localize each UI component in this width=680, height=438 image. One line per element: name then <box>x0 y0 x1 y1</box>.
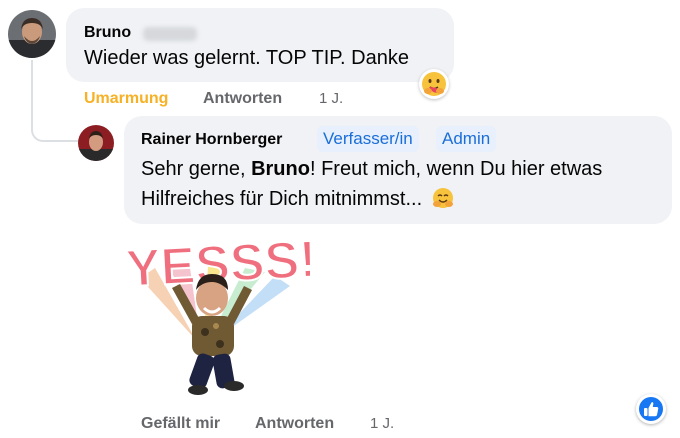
reply-text-end: ! Freut mich, wenn Du hier etwas <box>309 158 603 180</box>
author-badge: Verfasser/in <box>317 126 419 152</box>
comment-reaction-badge[interactable] <box>419 69 449 99</box>
hug-emoji-icon <box>432 188 453 208</box>
thumbs-up-icon <box>639 397 663 421</box>
reply-author-name[interactable]: Rainer Hornberger <box>141 131 282 149</box>
reply-reply-button[interactable]: Antworten <box>255 415 334 433</box>
reply-like-reaction-badge[interactable] <box>636 394 666 424</box>
yesss-sticker[interactable]: YESSS! <box>120 228 319 404</box>
reply-text-line1: Sehr gerne, Bruno! Freut mich, wenn Du h… <box>141 154 602 184</box>
reply-timestamp[interactable]: 1 J. <box>370 415 394 432</box>
comment-reply-button[interactable]: Antworten <box>203 90 282 108</box>
rainer-avatar[interactable] <box>78 125 114 161</box>
comment-author-name[interactable]: Bruno <box>84 24 131 42</box>
reply-like-button[interactable]: Gefällt mir <box>141 415 220 433</box>
bruno-avatar[interactable] <box>8 10 56 58</box>
comment-reaction-button[interactable]: Umarmung <box>84 90 168 108</box>
admin-badge: Admin <box>436 126 497 152</box>
comment-text: Wieder was gelernt. TOP TIP. Danke <box>84 47 409 69</box>
reply-text-line2: Hilfreiches für Dich mitnimmst... <box>141 184 454 214</box>
redacted-surname <box>143 27 197 41</box>
reply-text-start: Sehr gerne, <box>141 158 252 180</box>
mention-bruno[interactable]: Bruno <box>251 158 310 180</box>
comment-timestamp[interactable]: 1 J. <box>319 90 343 107</box>
hug-emoji-icon <box>422 72 446 96</box>
reply-text-second: Hilfreiches für Dich mitnimmst... <box>141 188 423 210</box>
